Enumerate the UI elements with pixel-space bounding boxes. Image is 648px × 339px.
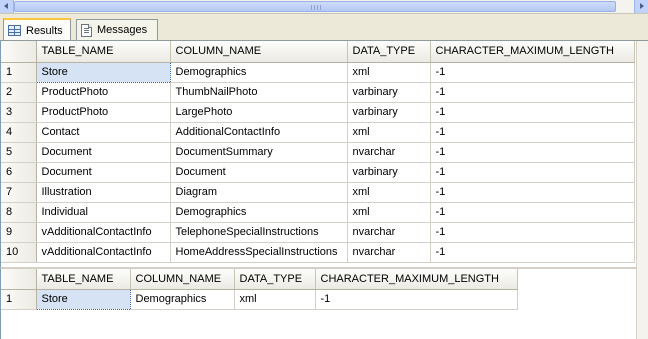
- table-cell[interactable]: nvarchar: [347, 142, 431, 163]
- table-cell[interactable]: xml: [234, 289, 316, 310]
- row-number[interactable]: 8: [1, 202, 37, 223]
- row-number[interactable]: 7: [1, 182, 37, 203]
- row-number[interactable]: 1: [1, 289, 37, 310]
- vertical-scrollbar-track[interactable]: [636, 41, 648, 339]
- column-header[interactable]: CHARACTER_MAXIMUM_LENGTH: [315, 269, 518, 290]
- table-row[interactable]: 7 Illustration Diagram xml -1: [1, 182, 635, 203]
- scroll-right-arrow-icon[interactable]: [634, 0, 648, 13]
- row-number[interactable]: 4: [1, 122, 37, 143]
- table-cell[interactable]: Demographics: [170, 202, 348, 223]
- results-table-1: TABLE_NAME COLUMN_NAME DATA_TYPE CHARACT…: [1, 41, 635, 263]
- tab-results[interactable]: Results: [3, 18, 71, 41]
- column-header[interactable]: TABLE_NAME: [36, 41, 171, 63]
- table-cell[interactable]: varbinary: [347, 102, 431, 123]
- table-row[interactable]: 2 ProductPhoto ThumbNailPhoto varbinary …: [1, 82, 635, 103]
- table-cell[interactable]: DocumentSummary: [170, 142, 348, 163]
- row-number[interactable]: 9: [1, 222, 37, 243]
- table-cell[interactable]: ThumbNailPhoto: [170, 82, 348, 103]
- horizontal-scrollbar[interactable]: [0, 0, 648, 14]
- table-cell[interactable]: Illustration: [36, 182, 171, 203]
- table-cell-selected[interactable]: Store: [35, 288, 131, 310]
- column-header[interactable]: DATA_TYPE: [234, 269, 316, 290]
- table-cell[interactable]: LargePhoto: [170, 102, 348, 123]
- row-number[interactable]: 1: [1, 62, 37, 83]
- row-number[interactable]: 2: [1, 82, 37, 103]
- row-number[interactable]: 3: [1, 102, 37, 123]
- table-cell[interactable]: Document: [170, 162, 348, 183]
- results-table-2: TABLE_NAME COLUMN_NAME DATA_TYPE CHARACT…: [1, 269, 518, 310]
- tab-messages-label: Messages: [97, 24, 148, 36]
- table-cell[interactable]: xml: [347, 122, 431, 143]
- grid-icon: [8, 25, 21, 36]
- tab-messages[interactable]: Messages: [76, 19, 158, 40]
- table-row[interactable]: 4 Contact AdditionalContactInfo xml -1: [1, 122, 635, 143]
- tab-results-label: Results: [26, 24, 63, 37]
- table-cell-selected[interactable]: Store: [35, 61, 171, 83]
- row-number[interactable]: 5: [1, 142, 37, 163]
- table-cell[interactable]: Contact: [36, 122, 171, 143]
- column-header[interactable]: CHARACTER_MAXIMUM_LENGTH: [430, 41, 635, 63]
- table-cell[interactable]: ProductPhoto: [36, 102, 171, 123]
- row-number-header[interactable]: [1, 269, 37, 290]
- table-cell[interactable]: varbinary: [347, 82, 431, 103]
- row-number[interactable]: 10: [1, 242, 37, 263]
- table-cell[interactable]: -1: [430, 142, 635, 163]
- header-row: TABLE_NAME COLUMN_NAME DATA_TYPE CHARACT…: [1, 269, 518, 290]
- scrollbar-thumb[interactable]: [14, 1, 616, 12]
- table-cell[interactable]: ProductPhoto: [36, 82, 171, 103]
- row-number-header[interactable]: [1, 41, 37, 63]
- table-cell[interactable]: HomeAddressSpecialInstructions: [170, 242, 348, 263]
- table-cell[interactable]: vAdditionalContactInfo: [36, 242, 171, 263]
- table-cell[interactable]: Demographics: [130, 289, 235, 310]
- table-cell[interactable]: -1: [430, 242, 635, 263]
- table-row[interactable]: 9 vAdditionalContactInfo TelephoneSpecia…: [1, 222, 635, 243]
- table-cell[interactable]: nvarchar: [347, 242, 431, 263]
- table-cell[interactable]: Diagram: [170, 182, 348, 203]
- table-row[interactable]: 6 Document Document varbinary -1: [1, 162, 635, 183]
- column-header[interactable]: TABLE_NAME: [36, 269, 131, 290]
- table-cell[interactable]: -1: [430, 222, 635, 243]
- table-cell[interactable]: Document: [36, 162, 171, 183]
- results-grid-1[interactable]: TABLE_NAME COLUMN_NAME DATA_TYPE CHARACT…: [0, 41, 636, 267]
- table-cell[interactable]: vAdditionalContactInfo: [36, 222, 171, 243]
- results-grid-2[interactable]: TABLE_NAME COLUMN_NAME DATA_TYPE CHARACT…: [0, 267, 636, 339]
- table-cell[interactable]: xml: [347, 62, 431, 83]
- table-cell[interactable]: -1: [430, 62, 635, 83]
- table-row[interactable]: 8 Individual Demographics xml -1: [1, 202, 635, 223]
- table-cell[interactable]: -1: [430, 82, 635, 103]
- table-row[interactable]: 10 vAdditionalContactInfo HomeAddressSpe…: [1, 242, 635, 263]
- table-cell[interactable]: -1: [430, 122, 635, 143]
- table-row[interactable]: 1 Store Demographics xml -1: [1, 288, 518, 310]
- results-tab-strip: Results Messages: [0, 14, 648, 41]
- table-cell[interactable]: -1: [430, 182, 635, 203]
- row-number[interactable]: 6: [1, 162, 37, 183]
- scrollbar-grip-icon: [311, 5, 321, 10]
- table-cell[interactable]: nvarchar: [347, 222, 431, 243]
- table-cell[interactable]: -1: [430, 102, 635, 123]
- column-header[interactable]: COLUMN_NAME: [130, 269, 235, 290]
- table-cell[interactable]: Document: [36, 142, 171, 163]
- table-cell[interactable]: AdditionalContactInfo: [170, 122, 348, 143]
- header-row: TABLE_NAME COLUMN_NAME DATA_TYPE CHARACT…: [1, 41, 635, 63]
- table-cell[interactable]: varbinary: [347, 162, 431, 183]
- table-cell[interactable]: -1: [430, 162, 635, 183]
- column-header[interactable]: COLUMN_NAME: [170, 41, 348, 63]
- table-cell[interactable]: TelephoneSpecialInstructions: [170, 222, 348, 243]
- table-cell[interactable]: -1: [315, 289, 518, 310]
- table-cell[interactable]: xml: [347, 182, 431, 203]
- table-cell[interactable]: xml: [347, 202, 431, 223]
- table-cell[interactable]: Demographics: [170, 62, 348, 83]
- messages-icon: [81, 23, 92, 37]
- table-row[interactable]: 3 ProductPhoto LargePhoto varbinary -1: [1, 102, 635, 123]
- column-header[interactable]: DATA_TYPE: [347, 41, 431, 63]
- table-cell[interactable]: -1: [430, 202, 635, 223]
- table-cell[interactable]: Individual: [36, 202, 171, 223]
- table-row[interactable]: 5 Document DocumentSummary nvarchar -1: [1, 142, 635, 163]
- scroll-left-arrow-icon[interactable]: [0, 0, 14, 13]
- table-row[interactable]: 1 Store Demographics xml -1: [1, 61, 635, 83]
